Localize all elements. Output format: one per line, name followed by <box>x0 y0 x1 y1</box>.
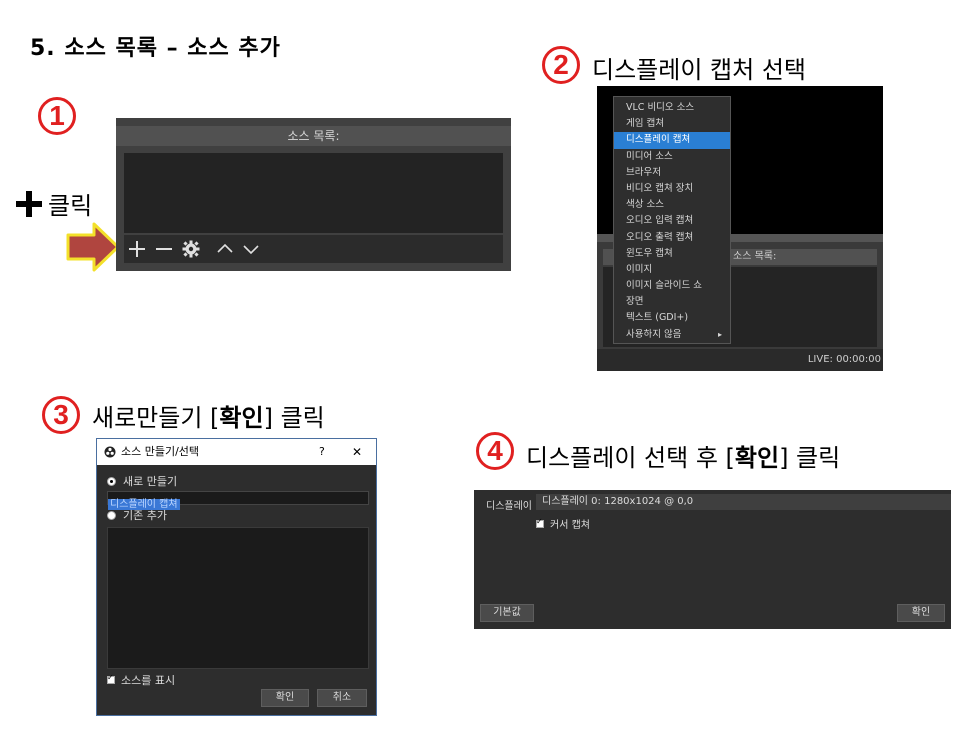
source-name-input[interactable]: 디스플레이 캡쳐 <box>107 491 369 510</box>
chevron-down-icon <box>243 245 259 255</box>
move-down-button[interactable] <box>240 238 262 260</box>
menu-item-color-source[interactable]: 색상 소스 <box>614 197 730 213</box>
submenu-arrow-icon: ▸ <box>717 329 722 339</box>
step-4-badge: 4 <box>476 432 514 470</box>
menu-item-audio-output[interactable]: 오디오 출력 캡쳐 <box>614 230 730 246</box>
menu-item-audio-input[interactable]: 오디오 입력 캡쳐 <box>614 213 730 229</box>
menu-item-image[interactable]: 이미지 <box>614 262 730 278</box>
ok-button[interactable]: 확인 <box>897 604 945 622</box>
menu-item-deprecated[interactable]: 사용하지 않음 ▸ <box>614 327 730 343</box>
source-settings-button[interactable] <box>180 238 202 260</box>
obs-logo-icon <box>104 446 116 458</box>
menu-item-window-capture[interactable]: 윈도우 캡쳐 <box>614 246 730 262</box>
gear-icon <box>182 240 200 258</box>
add-icon <box>129 241 145 257</box>
menu-item-scene[interactable]: 장면 <box>614 294 730 310</box>
step-3-label: 새로만들기 [확인] 클릭 <box>92 404 325 432</box>
step-2-badge: 2 <box>542 46 580 84</box>
chevron-up-icon <box>217 243 233 253</box>
menu-item-browser[interactable]: 브라우저 <box>614 165 730 181</box>
sources-header: 소스 목록: <box>116 126 511 146</box>
checkbox-icon <box>536 517 544 528</box>
add-source-menu: VLC 비디오 소스 게임 캡쳐 디스플레이 캡쳐 미디어 소스 브라우저 비디… <box>613 96 731 344</box>
dialog-titlebar: 소스 만들기/선택 ? ✕ <box>97 439 376 465</box>
new-source-radio[interactable]: 새로 만들기 <box>107 473 177 489</box>
display-label: 디스플레이 <box>486 501 532 512</box>
sources-list[interactable] <box>124 153 503 233</box>
minus-icon <box>156 248 172 250</box>
menu-item-text-gdi[interactable]: 텍스트 (GDI+) <box>614 310 730 326</box>
sources-panel: 소스 목록: <box>116 118 511 271</box>
ok-button[interactable]: 확인 <box>261 689 309 707</box>
sources-toolbar <box>124 235 503 263</box>
page-title: 5. 소스 목록 – 소스 추가 <box>30 36 281 61</box>
move-up-button[interactable] <box>214 238 236 260</box>
step-2-label: 디스플레이 캡처 선택 <box>592 56 806 84</box>
dialog-title: 소스 만들기/선택 <box>121 445 200 458</box>
step-1-hint: 클릭 <box>14 186 92 221</box>
menu-item-vlc[interactable]: VLC 비디오 소스 <box>614 100 730 116</box>
status-bar: LIVE: 00:00:00 <box>597 349 883 371</box>
step-1-label: 클릭 <box>48 192 93 220</box>
plus-icon <box>16 190 42 217</box>
checkbox-icon <box>107 673 115 684</box>
existing-sources-list[interactable] <box>107 527 369 669</box>
create-source-dialog: 소스 만들기/선택 ? ✕ 새로 만들기 디스플레이 캡쳐 기존 추가 소스를 … <box>96 438 377 716</box>
capture-cursor-checkbox[interactable]: 커서 캡쳐 <box>536 516 590 531</box>
cancel-button[interactable]: 취소 <box>317 689 367 707</box>
add-source-button[interactable] <box>126 238 148 260</box>
close-button[interactable]: ✕ <box>352 439 362 465</box>
menu-item-image-slideshow[interactable]: 이미지 슬라이드 쇼 <box>614 278 730 294</box>
display-select[interactable]: 디스플레이 0: 1280x1024 @ 0,0 <box>536 494 951 510</box>
visible-checkbox[interactable]: 소스를 표시 <box>107 672 175 688</box>
menu-item-media-source[interactable]: 미디어 소스 <box>614 149 730 165</box>
remove-source-button[interactable] <box>153 238 175 260</box>
step-3-badge: 3 <box>42 396 80 434</box>
existing-source-radio[interactable]: 기존 추가 <box>107 507 167 523</box>
step-4-label: 디스플레이 선택 후 [확인] 클릭 <box>526 444 841 472</box>
pointer-arrow-icon <box>66 222 120 272</box>
radio-icon <box>107 476 116 486</box>
display-capture-properties: 디스플레이 디스플레이 0: 1280x1024 @ 0,0 커서 캡쳐 기본값… <box>474 490 951 629</box>
menu-item-game-capture[interactable]: 게임 캡쳐 <box>614 116 730 132</box>
defaults-button[interactable]: 기본값 <box>480 604 534 622</box>
obs-main-window: 소스 목록: LIVE: 00:00:00 VLC 비디오 소스 게임 캡쳐 디… <box>597 86 883 371</box>
menu-item-display-capture[interactable]: 디스플레이 캡쳐 <box>614 132 730 149</box>
radio-icon <box>107 510 116 520</box>
help-button[interactable]: ? <box>319 439 325 465</box>
menu-item-video-capture[interactable]: 비디오 캡쳐 장치 <box>614 181 730 197</box>
step-1-badge: 1 <box>38 97 76 135</box>
